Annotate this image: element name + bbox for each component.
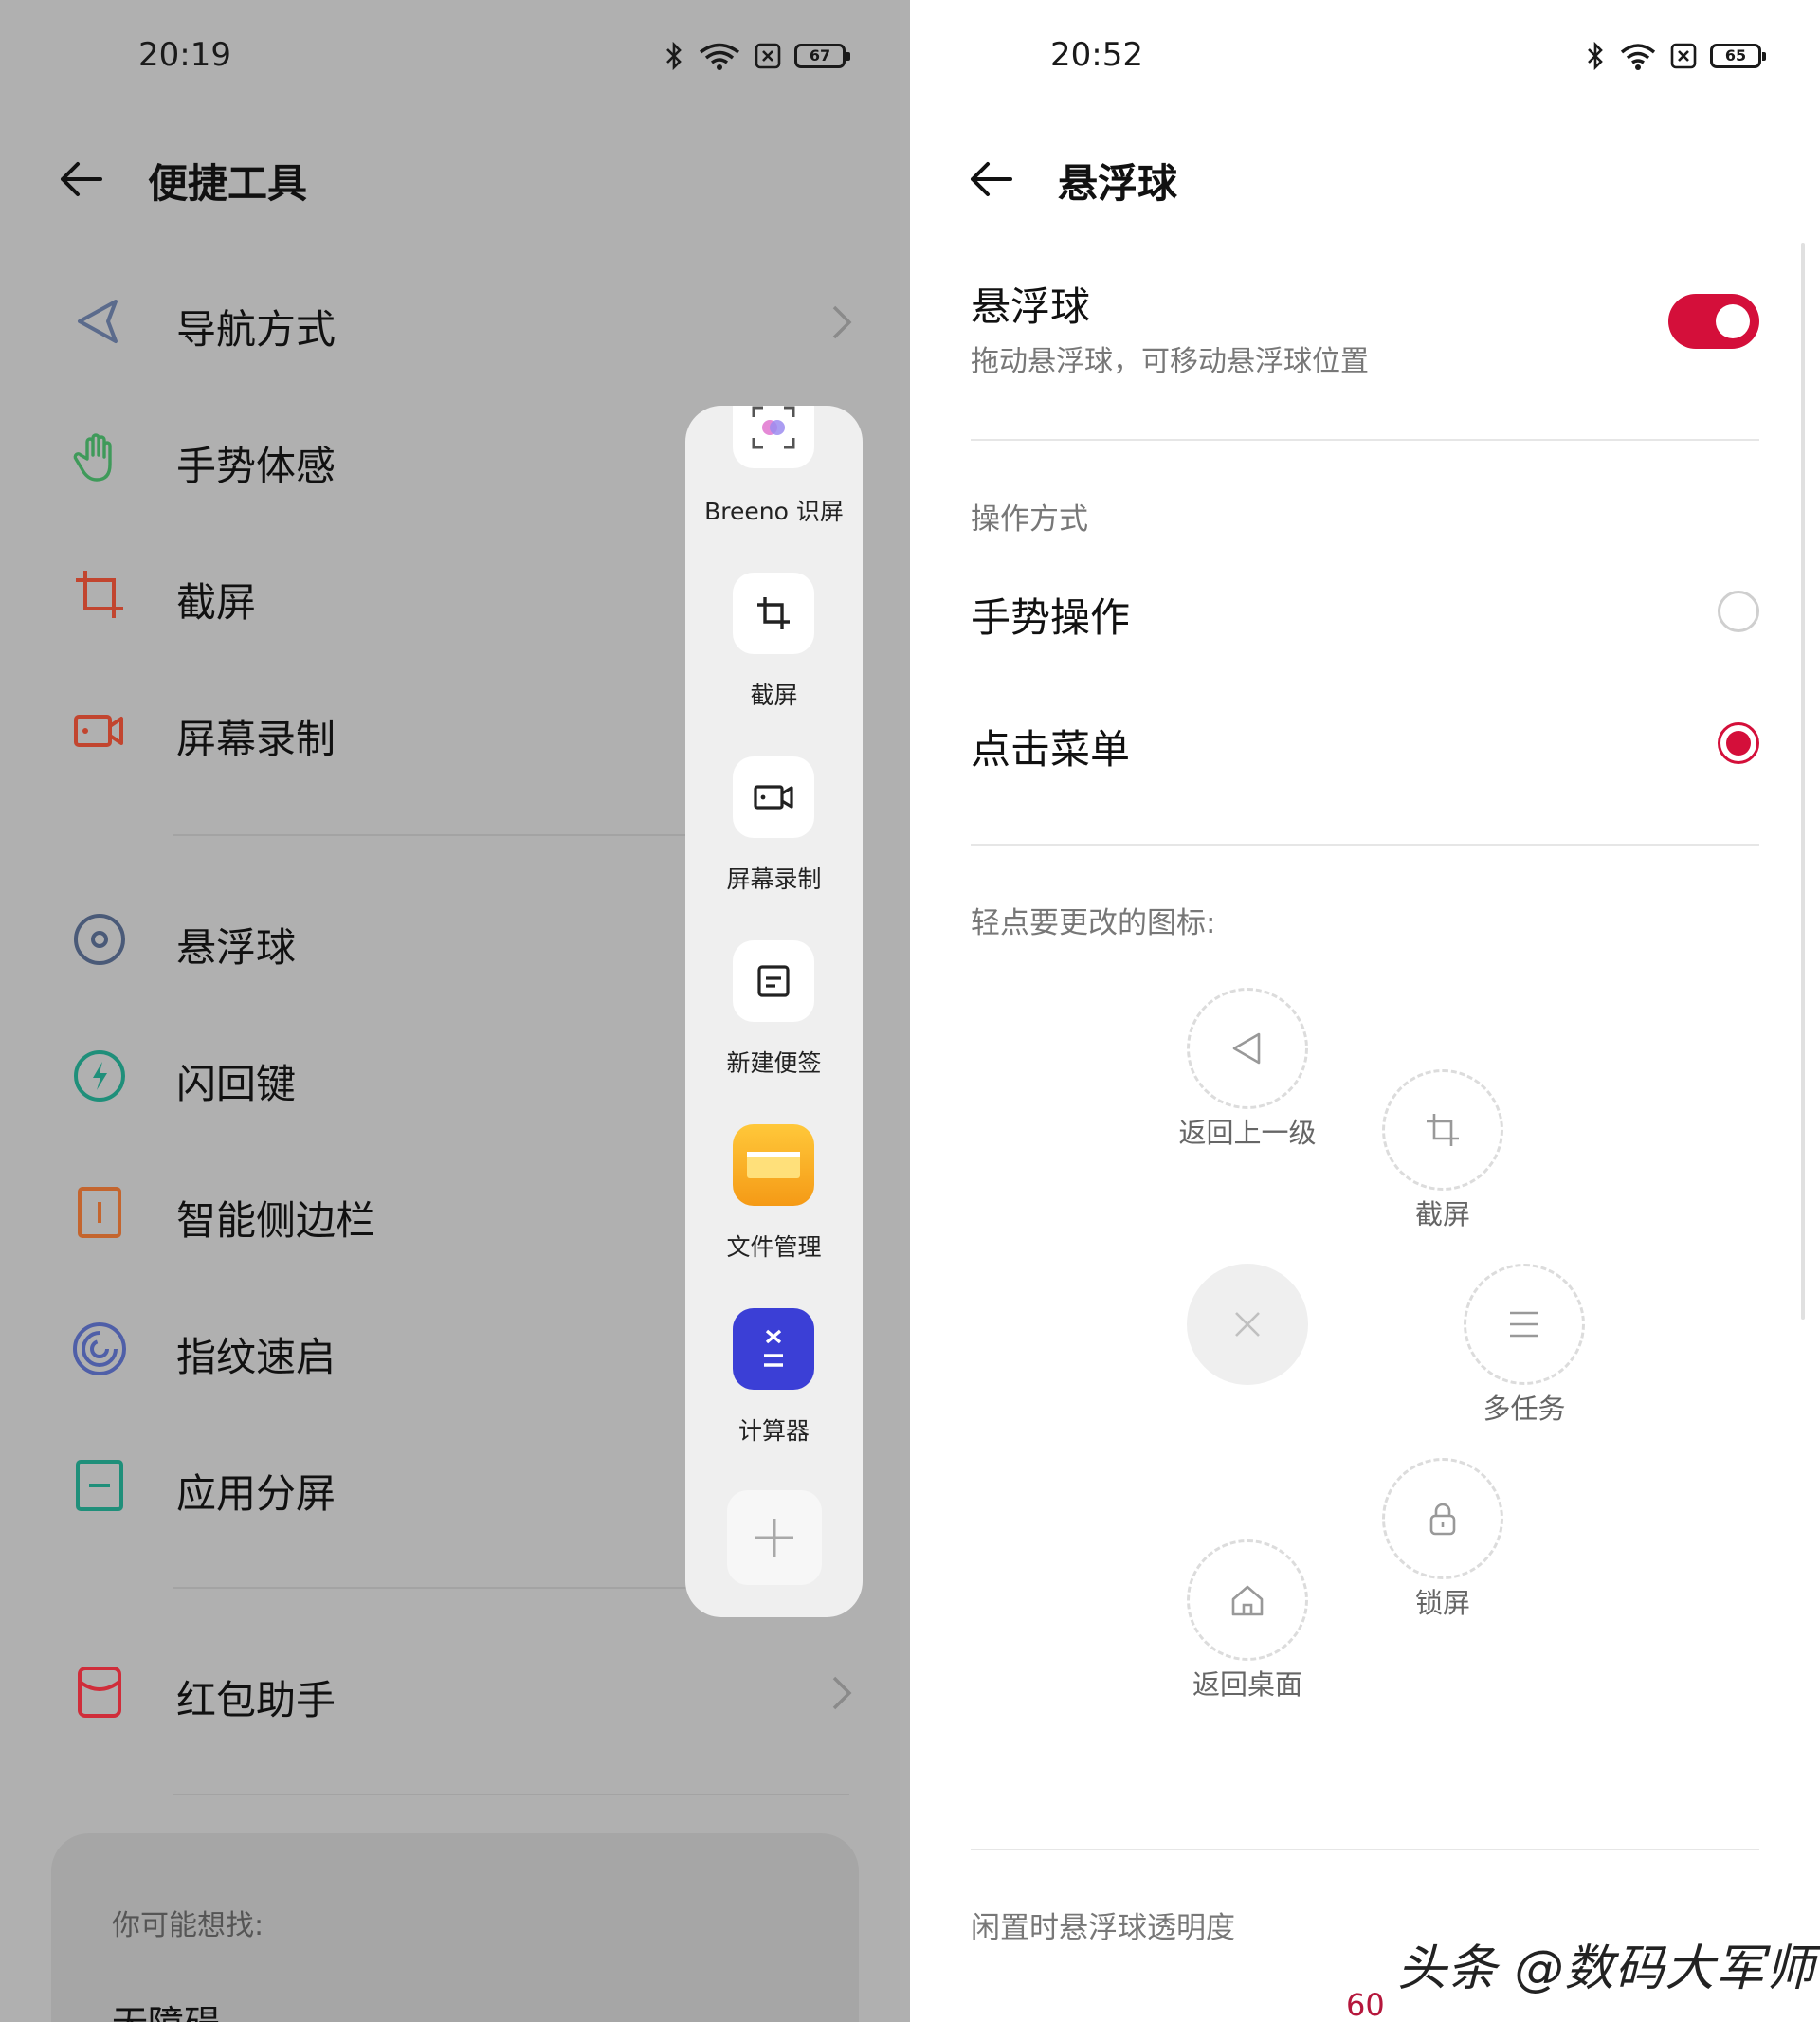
sim-off-icon [1670, 43, 1697, 69]
close-icon [1235, 1312, 1260, 1337]
divider [971, 844, 1759, 846]
crop-icon [733, 573, 814, 654]
dock-label: 计算器 [737, 1417, 810, 1445]
status-icons: 67 [664, 42, 850, 70]
video-record-icon [733, 756, 814, 838]
menu-label: 红包助手 [176, 1677, 337, 1723]
suggestion-card: 你可能想找: 无障碍 [51, 1833, 859, 2022]
mode-tap-menu-label: 点击菜单 [971, 726, 1131, 773]
status-bar: 20:52 65 [910, 0, 1820, 114]
suggestion-item-accessibility[interactable]: 无障碍 [112, 1995, 220, 2022]
flash-icon [74, 1050, 125, 1102]
dock-label: 文件管理 [726, 1233, 822, 1261]
status-bar: 20:19 67 [0, 0, 910, 114]
calculator-icon [733, 1308, 814, 1390]
idle-opacity-value: 60 [1346, 1987, 1385, 2022]
folder-icon [733, 1124, 814, 1206]
toggle-subtitle: 拖动悬浮球，可移动悬浮球位置 [971, 345, 1369, 378]
ring-label: 截屏 [1414, 1198, 1470, 1230]
navigation-triangle-icon [78, 300, 118, 343]
breeno-scan-icon [733, 406, 814, 468]
wifi-icon [699, 43, 740, 70]
fingerprint-icon [73, 1322, 126, 1375]
back-arrow-icon[interactable] [57, 155, 104, 203]
note-icon [733, 940, 814, 1022]
idle-opacity-label: 闲置时悬浮球透明度 [971, 1911, 1235, 1945]
menu-item-red-envelope[interactable]: 红包助手 [0, 1640, 910, 1744]
ring-item-lock-screen[interactable] [1382, 1458, 1503, 1579]
menu-label: 手势体感 [176, 443, 337, 489]
menu-label: 智能侧边栏 [176, 1197, 376, 1244]
mode-gesture-radio[interactable] [1718, 591, 1759, 632]
split-screen-icon [76, 1460, 123, 1511]
floating-ball-icon [74, 914, 125, 965]
video-record-icon [74, 715, 123, 747]
page-title: 便捷工具 [148, 160, 308, 207]
scrollbar[interactable] [1801, 243, 1805, 1320]
bluetooth-icon [1588, 42, 1603, 70]
menu-lines-icon [1510, 1311, 1538, 1338]
change-icons-heading: 轻点要更改的图标: [971, 906, 1216, 940]
ring-label: 返回上一级 [1178, 1117, 1317, 1149]
mode-gesture-label: 手势操作 [971, 594, 1131, 641]
divider [971, 439, 1759, 441]
battery-indicator: 65 [1710, 44, 1766, 68]
menu-item-navigation[interactable]: 导航方式 [0, 269, 910, 373]
menu-label: 闪回键 [176, 1061, 297, 1107]
menu-label: 截屏 [176, 579, 257, 626]
toggle-title: 悬浮球 [971, 283, 1091, 330]
floating-dock: Breeno 识屏 截屏 屏幕录制 新建便签 文件管理 计算器 [685, 406, 863, 1617]
ring-item-home[interactable] [1187, 1539, 1308, 1661]
right-screen: 20:52 65 悬浮球 悬浮球 拖动悬浮球，可移动悬浮球位置 操作方式 手势操… [910, 0, 1820, 2022]
sidebar-icon [78, 1187, 121, 1238]
red-envelope-icon [78, 1667, 121, 1718]
ring-label: 返回桌面 [1192, 1668, 1302, 1701]
page-header: 便捷工具 [0, 133, 910, 228]
bluetooth-icon [666, 42, 682, 70]
add-icon [727, 1490, 822, 1585]
status-icons: 65 [1585, 42, 1766, 70]
ring-item-multitask[interactable] [1464, 1264, 1585, 1385]
back-triangle-icon [1232, 1032, 1261, 1065]
menu-label: 悬浮球 [176, 924, 297, 971]
suggestion-title: 你可能想找: [112, 1909, 264, 1942]
menu-label: 指纹速启 [176, 1334, 337, 1380]
menu-label: 导航方式 [176, 306, 337, 353]
left-screen: 20:19 67 便捷工具 导航方式 手势体感 截屏 屏幕录制 悬浮球 闪回键 [0, 0, 910, 2022]
operation-mode-heading: 操作方式 [971, 502, 1088, 537]
wifi-icon [1620, 44, 1656, 70]
battery-indicator: 67 [794, 44, 850, 68]
dock-label: Breeno 识屏 [704, 498, 844, 525]
page-header: 悬浮球 [910, 133, 1820, 228]
back-arrow-icon[interactable] [967, 155, 1014, 203]
ring-label: 多任务 [1483, 1393, 1566, 1425]
divider [971, 1849, 1759, 1850]
hand-gesture-icon [73, 433, 112, 482]
dock-label: 截屏 [750, 682, 798, 709]
page-title: 悬浮球 [1058, 160, 1178, 207]
crop-icon [1427, 1114, 1459, 1146]
chevron-right-icon [832, 305, 852, 339]
chevron-right-icon [832, 1676, 852, 1710]
home-icon [1231, 1585, 1264, 1616]
lock-icon [1429, 1503, 1456, 1536]
ring-item-close[interactable] [1187, 1264, 1308, 1385]
menu-label: 屏幕录制 [176, 716, 337, 762]
switch-knob [1716, 304, 1750, 338]
dock-label: 屏幕录制 [726, 865, 822, 893]
menu-label: 应用分屏 [176, 1470, 337, 1517]
sim-off-icon [755, 43, 781, 69]
mode-tap-menu-radio[interactable] [1718, 722, 1759, 764]
status-time: 20:19 [138, 36, 231, 74]
ring-item-back[interactable] [1187, 988, 1308, 1109]
ring-label: 锁屏 [1414, 1587, 1470, 1619]
dock-label: 新建便签 [726, 1049, 822, 1077]
status-time: 20:52 [1050, 36, 1143, 74]
divider [173, 1794, 849, 1795]
crop-icon [76, 571, 123, 618]
watermark: 头条 @数码大军师 [1397, 1940, 1816, 1997]
ring-item-screenshot[interactable] [1382, 1069, 1503, 1191]
floating-ball-switch[interactable] [1668, 294, 1759, 349]
